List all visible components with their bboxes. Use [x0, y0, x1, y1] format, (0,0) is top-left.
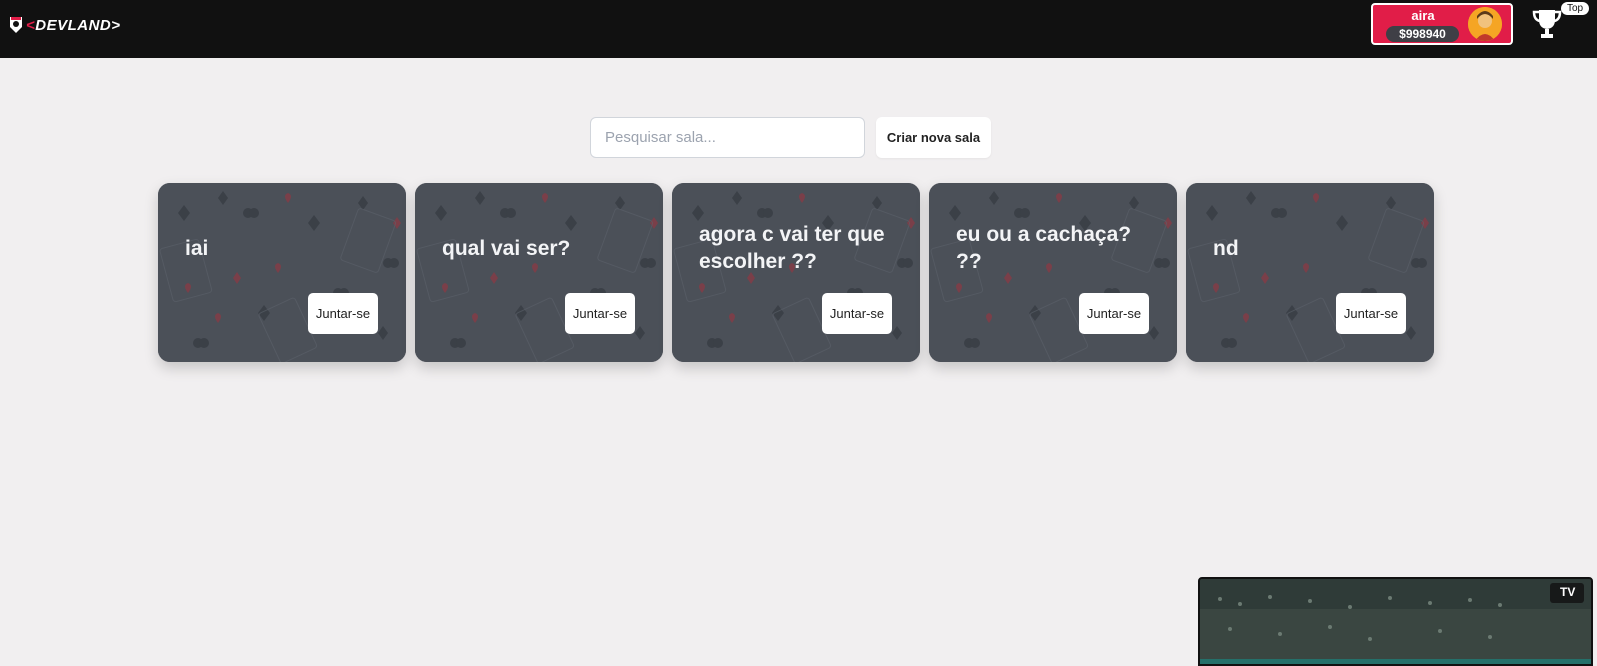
channel-logo: TV	[1560, 585, 1576, 599]
room-title: iai	[185, 237, 209, 260]
devland-logo[interactable]: <DEVLAND>	[9, 14, 121, 36]
join-room-button[interactable]: Juntar-se	[1079, 293, 1149, 334]
create-room-button[interactable]: Criar nova sala	[876, 117, 991, 158]
username: aira	[1411, 8, 1435, 23]
avatar[interactable]	[1468, 7, 1502, 41]
room-card[interactable]: agora c vai ter que escolher ?? Juntar-s…	[672, 183, 920, 362]
room-title: qual vai ser?	[442, 237, 571, 260]
cards-pattern-icon	[1186, 183, 1434, 362]
join-room-button[interactable]: Juntar-se	[822, 293, 892, 334]
top-badge: Top	[1561, 2, 1590, 15]
join-room-button[interactable]: Juntar-se	[565, 293, 635, 334]
join-room-button[interactable]: Juntar-se	[1336, 293, 1406, 334]
shield-logo-icon	[10, 17, 22, 33]
balance-badge: $998940	[1386, 26, 1459, 42]
leaderboard-button[interactable]: Top	[1531, 2, 1591, 42]
room-title: nd	[1213, 237, 1239, 260]
room-title: agora c vai ter que escolher ??	[699, 223, 885, 273]
cards-pattern-icon	[415, 183, 663, 362]
room-card[interactable]: iai Juntar-se	[158, 183, 406, 362]
logo-text: <DEVLAND>	[26, 16, 121, 34]
search-room-input[interactable]	[590, 117, 865, 158]
room-card[interactable]: qual vai ser? Juntar-se	[415, 183, 663, 362]
video-frame-icon	[1200, 579, 1591, 664]
avatar-image-icon	[1468, 7, 1502, 41]
top-navbar: <DEVLAND> aira $998940 Top	[0, 0, 1597, 58]
user-profile-card[interactable]: aira $998940	[1371, 3, 1513, 45]
cards-pattern-icon	[158, 183, 406, 362]
room-title: eu ou a cachaça? ??	[956, 223, 1132, 273]
room-card[interactable]: nd Juntar-se	[1186, 183, 1434, 362]
video-player[interactable]: TV	[1198, 577, 1593, 666]
room-card[interactable]: eu ou a cachaça? ?? Juntar-se	[929, 183, 1177, 362]
join-room-button[interactable]: Juntar-se	[308, 293, 378, 334]
